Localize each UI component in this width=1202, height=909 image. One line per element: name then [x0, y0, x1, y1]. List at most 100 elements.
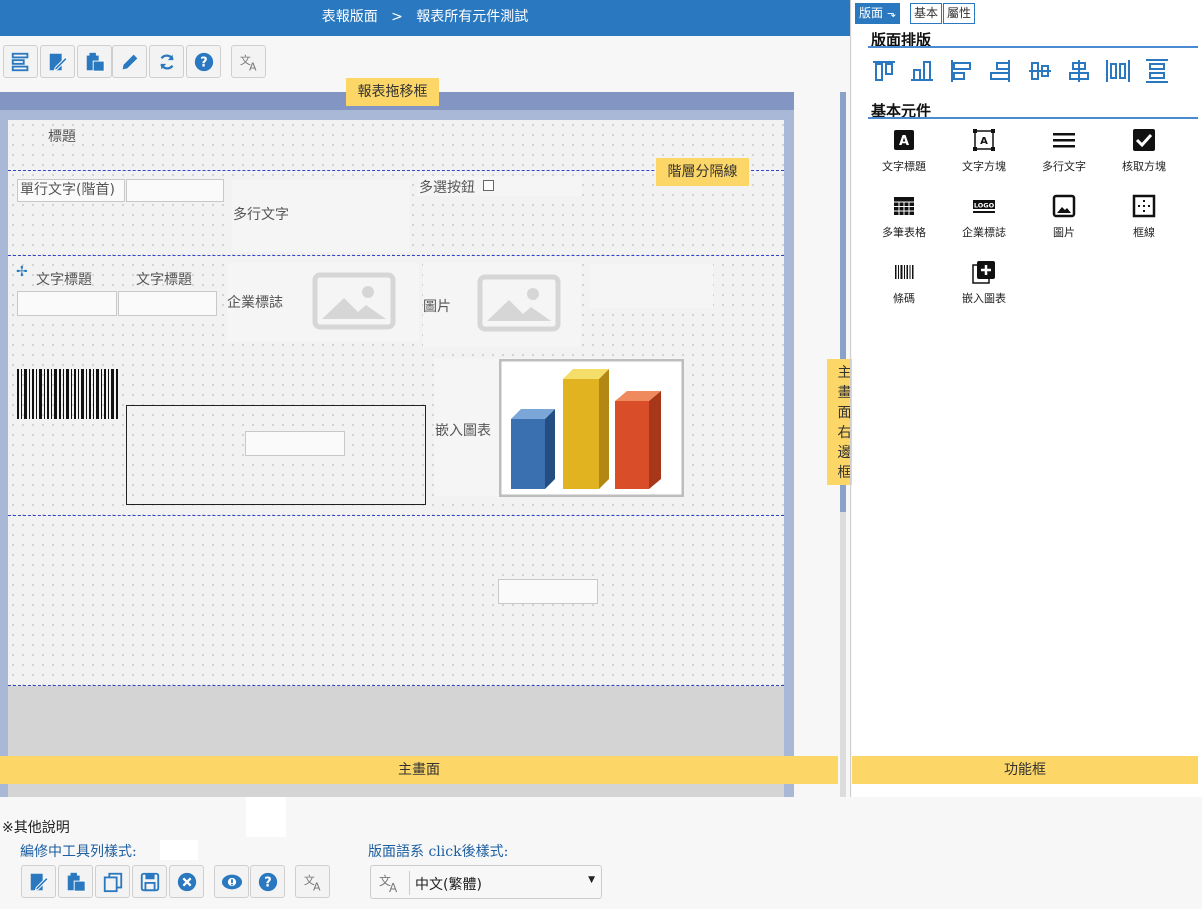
image-placeholder-icon [312, 272, 396, 330]
multiline-text-box[interactable]: 多行文字 [232, 180, 410, 252]
embed-chart-icon [972, 261, 995, 284]
empty-box[interactable] [590, 264, 713, 308]
help-button[interactable]: ? [250, 865, 285, 898]
component-label: 企業標誌 [962, 226, 1006, 239]
white-gap [160, 840, 198, 860]
tab-basic[interactable]: 基本 [910, 3, 943, 24]
report-properties-button[interactable] [3, 45, 38, 78]
text-title-label[interactable]: 文字標題 [36, 269, 92, 289]
align-top-icon[interactable] [871, 58, 897, 84]
single-line-input[interactable] [126, 179, 224, 202]
paste-button[interactable] [77, 45, 112, 78]
title-label[interactable]: 標題 [48, 126, 76, 146]
text-input-field[interactable] [118, 291, 217, 316]
text-label-icon: A [894, 130, 914, 150]
checkbox-field[interactable]: 多選按鈕 [418, 176, 582, 196]
layer-divider-line[interactable] [8, 685, 784, 686]
svg-text:A: A [899, 134, 909, 149]
component-label: 多筆表格 [882, 226, 926, 239]
translate-icon: 文A [239, 52, 257, 73]
align-center-h-icon[interactable] [1066, 58, 1092, 84]
close-icon [177, 872, 196, 891]
multiline-text-icon [1053, 133, 1075, 148]
text-input-field[interactable] [498, 579, 598, 604]
align-left-icon[interactable] [948, 58, 974, 84]
close-button[interactable] [169, 865, 204, 898]
image-box[interactable]: 圖片 [423, 263, 581, 347]
component-text-label[interactable]: A 文字標題 [864, 128, 944, 174]
pencil-button[interactable] [112, 45, 147, 78]
edit-button[interactable] [40, 45, 75, 78]
component-image[interactable]: 圖片 [1024, 194, 1104, 240]
component-embed-chart[interactable]: 嵌入圖表 [944, 260, 1024, 306]
edit-icon [49, 53, 68, 71]
border-icon [1132, 194, 1156, 218]
inner-text-field[interactable] [245, 431, 345, 456]
tab-layout[interactable]: 版面 ⬎ [855, 3, 901, 24]
barcode-icon [895, 265, 914, 279]
pencil-icon [122, 54, 137, 69]
language-style-label: 版面語系 click後樣式: [368, 844, 509, 860]
refresh-button[interactable] [149, 45, 184, 78]
help-button[interactable]: ? [186, 45, 221, 78]
svg-text:A: A [389, 881, 398, 895]
component-label: 多行文字 [1042, 160, 1086, 173]
edit-button[interactable] [21, 865, 56, 898]
move-icon[interactable]: ✢ [16, 264, 28, 280]
translate-button[interactable]: 文A [231, 45, 266, 78]
image-icon [1052, 194, 1076, 218]
chevron-down-icon: ▼ [588, 875, 595, 885]
copy-button[interactable] [95, 865, 130, 898]
checkbox-square-icon[interactable] [483, 180, 494, 191]
barcode-element[interactable] [17, 369, 119, 419]
select-divider [409, 871, 410, 895]
distribute-h-icon[interactable] [1105, 58, 1131, 84]
eye-icon [221, 874, 242, 889]
logo-box[interactable]: 企業標誌 [227, 263, 419, 342]
component-label: 核取方塊 [1122, 160, 1166, 173]
text-input-field[interactable] [17, 291, 117, 316]
translate-button[interactable]: 文A [295, 865, 330, 898]
text-title-label[interactable]: 文字標題 [136, 269, 192, 289]
align-center-v-icon[interactable] [1027, 58, 1053, 84]
component-border[interactable]: 框線 [1104, 194, 1184, 240]
multiline-text-label: 多行文字 [233, 207, 289, 223]
component-barcode[interactable]: 條碼 [864, 260, 944, 306]
align-bottom-icon[interactable] [909, 58, 935, 84]
paste-button[interactable] [58, 865, 93, 898]
align-right-icon[interactable] [987, 58, 1013, 84]
component-label: 圖片 [1053, 226, 1075, 239]
help-icon: ? [258, 872, 277, 891]
component-label: 條碼 [893, 292, 915, 305]
vertical-scrollbar-track[interactable] [840, 512, 846, 797]
panel-divider [850, 0, 851, 797]
component-label: 框線 [1133, 226, 1155, 239]
language-select[interactable]: 文A 中文(繁體) ▼ [370, 865, 602, 899]
svg-text:A: A [249, 60, 257, 73]
component-label: 嵌入圖表 [962, 292, 1006, 305]
text-box-icon: A [973, 129, 995, 151]
distribute-v-icon[interactable] [1144, 58, 1170, 84]
layer-divider-line[interactable] [8, 515, 784, 516]
main-canvas-callout: 主畫面 [0, 756, 838, 784]
svg-text:A: A [980, 136, 988, 147]
single-line-text-field[interactable]: 單行文字(階首) [17, 179, 125, 202]
save-button[interactable] [132, 865, 167, 898]
component-text-box[interactable]: A 文字方塊 [944, 128, 1024, 174]
pin-icon[interactable]: ⬎ [887, 7, 896, 20]
tab-properties[interactable]: 屬性 [943, 3, 976, 24]
notes-title: ※其他說明 [2, 820, 70, 836]
translate-icon: 文A [379, 873, 398, 895]
component-table[interactable]: 多筆表格 [864, 194, 944, 240]
svg-text:A: A [313, 880, 321, 893]
component-multiline-text[interactable]: 多行文字 [1024, 128, 1104, 174]
chart-thumbnail-icon [499, 359, 684, 497]
preview-button[interactable] [214, 865, 249, 898]
drag-frame-callout: 報表拖移框 [346, 78, 439, 106]
component-checkbox[interactable]: 核取方塊 [1104, 128, 1184, 174]
layer-divider-line[interactable] [8, 255, 784, 256]
checkbox-icon [1133, 129, 1155, 151]
help-icon: ? [194, 52, 213, 71]
edit-toolbar-style-label: 編修中工具列樣式: [20, 844, 137, 860]
component-logo[interactable]: LOGO 企業標誌 [944, 194, 1024, 240]
